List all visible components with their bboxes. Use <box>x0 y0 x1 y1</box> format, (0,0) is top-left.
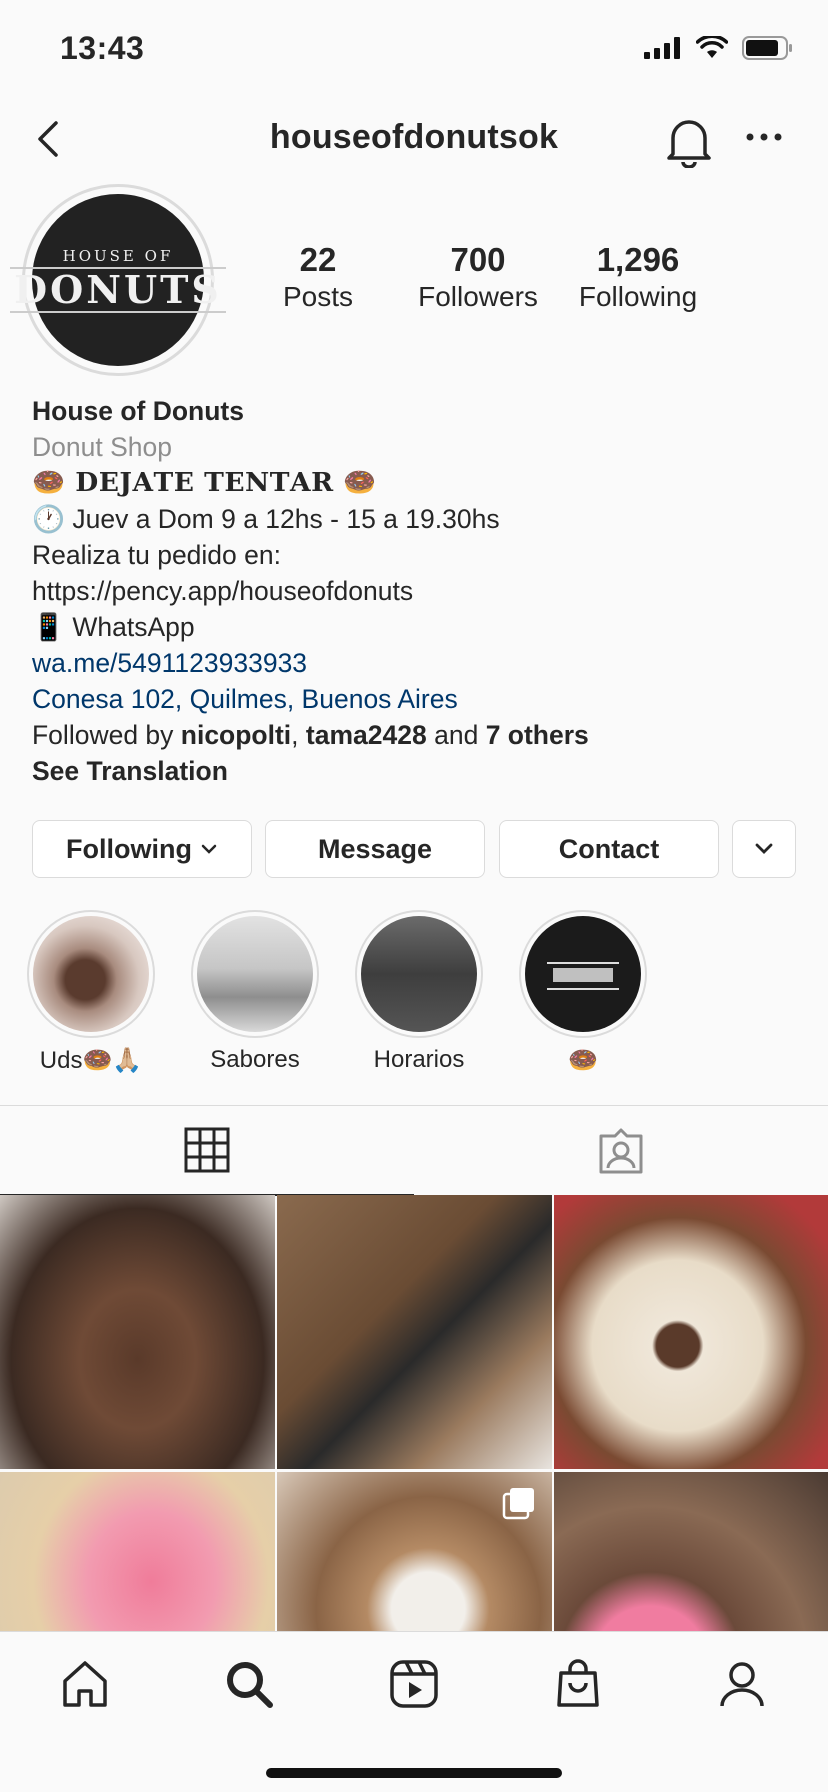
bio-order-line: Realiza tu pedido en: <box>32 540 281 570</box>
tab-posts-grid[interactable] <box>0 1106 414 1196</box>
home-icon <box>63 1661 107 1707</box>
more-options-button[interactable] <box>744 122 784 152</box>
home-indicator[interactable] <box>266 1768 562 1778</box>
wifi-icon <box>696 36 728 58</box>
story-highlights: Uds🍩🙏🏼 Sabores Horarios 🍩 <box>0 910 828 1080</box>
stat-posts[interactable]: 22 Posts <box>238 240 398 314</box>
followed-user-1: nicopolti <box>180 720 292 750</box>
chevron-down-icon <box>201 844 217 854</box>
profile-tabs <box>0 1105 828 1196</box>
highlight-ring <box>355 910 483 1038</box>
profile-bio: House of Donuts Donut Shop 🍩 𝐃𝐄𝐉𝐀𝐓𝐄 𝐓𝐄𝐍𝐓… <box>32 393 812 789</box>
stat-followers-label: Followers <box>418 281 538 312</box>
highlight-cover-image <box>525 916 641 1032</box>
nav-search[interactable] <box>219 1654 279 1714</box>
grid-icon <box>184 1127 230 1173</box>
following-button-label: Following <box>66 833 192 864</box>
nav-shop[interactable] <box>548 1654 608 1714</box>
highlight-label: Horarios <box>373 1046 465 1073</box>
multi-post-icon <box>502 1488 534 1520</box>
search-icon <box>227 1662 273 1708</box>
more-icon <box>746 133 782 141</box>
bio-whatsapp: 📱 WhatsApp <box>32 612 195 642</box>
stat-posts-label: Posts <box>282 281 354 312</box>
followed-user-2: tama2428 <box>305 720 427 750</box>
status-icons <box>644 36 794 60</box>
stat-followers[interactable]: 700 Followers <box>398 240 558 314</box>
highlight-item[interactable]: Uds🍩🙏🏼 <box>26 910 156 1075</box>
signal-icon <box>644 37 680 59</box>
status-bar: 13:43 <box>0 0 828 96</box>
tagged-icon <box>599 1128 643 1174</box>
battery-icon <box>742 36 792 60</box>
highlight-cover-image <box>33 916 149 1032</box>
nav-home[interactable] <box>55 1654 115 1714</box>
stat-following[interactable]: 1,296 Following <box>558 240 718 314</box>
post-thumbnail[interactable] <box>0 1195 275 1469</box>
stat-following-label: Following <box>578 281 698 312</box>
bell-icon <box>667 120 711 169</box>
followed-and: and <box>426 720 486 750</box>
bottom-tab-bar <box>0 1631 828 1792</box>
highlight-ring <box>191 910 319 1038</box>
highlight-ring <box>27 910 155 1038</box>
status-time: 13:43 <box>60 30 145 66</box>
shop-icon <box>557 1659 599 1707</box>
bio-hours: 🕐 Juev a Dom 9 a 12hs - 15 a 19.30hs <box>32 504 500 534</box>
followed-others: 7 others <box>485 720 589 750</box>
tab-tagged[interactable] <box>414 1106 828 1196</box>
stat-posts-value: 22 <box>299 241 337 278</box>
highlight-cover-image <box>361 916 477 1032</box>
message-button[interactable]: Message <box>265 820 485 878</box>
stat-followers-value: 700 <box>450 241 506 278</box>
nav-reels[interactable] <box>384 1654 444 1714</box>
highlight-cover-image <box>197 916 313 1032</box>
contact-button[interactable]: Contact <box>499 820 719 878</box>
bio-category: Donut Shop <box>32 432 172 462</box>
post-thumbnail[interactable] <box>0 1472 275 1631</box>
posts-grid <box>0 1195 828 1631</box>
following-button[interactable]: Following <box>32 820 252 878</box>
nav-profile[interactable] <box>712 1654 772 1714</box>
post-thumbnail[interactable] <box>277 1195 552 1469</box>
bio-whatsapp-link[interactable]: wa.me/5491123933933 <box>32 645 812 681</box>
notifications-button[interactable] <box>664 114 714 169</box>
followed-by-prefix: Followed by <box>32 720 181 750</box>
highlight-label: 🍩 <box>568 1047 598 1074</box>
post-thumbnail[interactable] <box>554 1472 828 1631</box>
suggested-accounts-button[interactable] <box>732 820 796 878</box>
highlight-item[interactable]: 🍩 <box>518 910 648 1075</box>
logo-thumbnail-icon <box>547 962 619 990</box>
profile-actions: Following Message Contact <box>32 820 796 878</box>
post-thumbnail[interactable] <box>554 1195 828 1469</box>
highlight-item[interactable]: Sabores <box>190 910 320 1074</box>
followed-by[interactable]: Followed by nicopolti, tama2428 and 7 ot… <box>32 717 812 753</box>
stat-following-value: 1,296 <box>596 241 680 278</box>
highlight-ring <box>519 910 647 1038</box>
bio-name: House of Donuts <box>32 396 244 426</box>
followed-sep: , <box>291 720 306 750</box>
message-button-label: Message <box>317 833 433 864</box>
highlight-label: Uds🍩🙏🏼 <box>39 1047 143 1074</box>
highlight-label: Sabores <box>210 1046 300 1073</box>
profile-stats: 22 Posts 700 Followers 1,296 Following <box>0 240 828 320</box>
profile-header: houseofdonutsok <box>0 96 828 184</box>
post-thumbnail[interactable] <box>277 1472 552 1631</box>
chevron-down-icon <box>755 843 773 854</box>
profile-icon <box>720 1662 764 1707</box>
reels-icon <box>390 1660 438 1708</box>
contact-button-label: Contact <box>558 833 660 864</box>
see-translation-link[interactable]: See Translation <box>32 753 812 789</box>
highlight-item[interactable]: Horarios <box>354 910 484 1074</box>
bio-address-link[interactable]: Conesa 102, Quilmes, Buenos Aires <box>32 681 812 717</box>
bio-order-url: https://pency.app/houseofdonuts <box>32 576 414 606</box>
bio-tagline: 🍩 𝐃𝐄𝐉𝐀𝐓𝐄 𝐓𝐄𝐍𝐓𝐀𝐑 🍩 <box>32 467 377 498</box>
